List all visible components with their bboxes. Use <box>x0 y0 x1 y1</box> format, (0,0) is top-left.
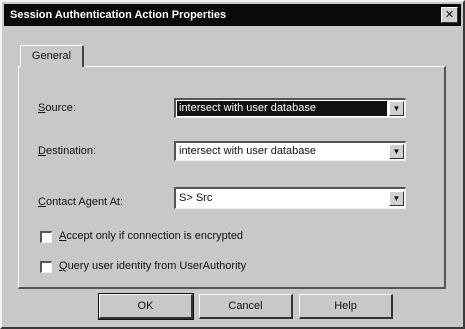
contact-agent-value: S> Src <box>179 192 213 204</box>
window-title: Session Authentication Action Properties <box>10 9 227 21</box>
close-button[interactable]: ✕ <box>441 7 458 23</box>
destination-value: intersect with user database <box>179 145 316 157</box>
title-bar[interactable]: Session Authentication Action Properties… <box>4 4 461 26</box>
ok-button[interactable]: OK <box>98 293 194 320</box>
contact-agent-dropdown-arrow-icon[interactable]: ▼ <box>389 191 404 206</box>
query-identity-label[interactable]: Query user identity from UserAuthority <box>59 260 246 272</box>
source-label: Source: <box>38 102 76 114</box>
help-button[interactable]: Help <box>299 294 393 319</box>
destination-label: Destination: <box>38 145 97 157</box>
session-auth-properties-dialog: Session Authentication Action Properties… <box>0 0 465 329</box>
source-dropdown-arrow-icon[interactable]: ▼ <box>389 101 404 116</box>
source-combobox[interactable]: intersect with user database ▼ <box>174 98 406 118</box>
source-value: intersect with user database <box>177 101 387 116</box>
destination-combobox[interactable]: intersect with user database ▼ <box>174 141 406 161</box>
tab-general[interactable]: General <box>20 45 84 67</box>
contact-agent-label: Contact Agent At: <box>38 196 124 208</box>
encrypted-only-label[interactable]: Accept only if connection is encrypted <box>59 230 243 242</box>
destination-dropdown-arrow-icon[interactable]: ▼ <box>389 144 404 159</box>
query-identity-checkbox[interactable] <box>40 261 52 273</box>
tab-general-label: General <box>31 50 72 62</box>
cancel-button[interactable]: Cancel <box>199 294 293 319</box>
close-icon: ✕ <box>444 9 455 21</box>
contact-agent-combobox[interactable]: S> Src ▼ <box>174 187 406 209</box>
encrypted-only-checkbox[interactable] <box>40 231 52 243</box>
